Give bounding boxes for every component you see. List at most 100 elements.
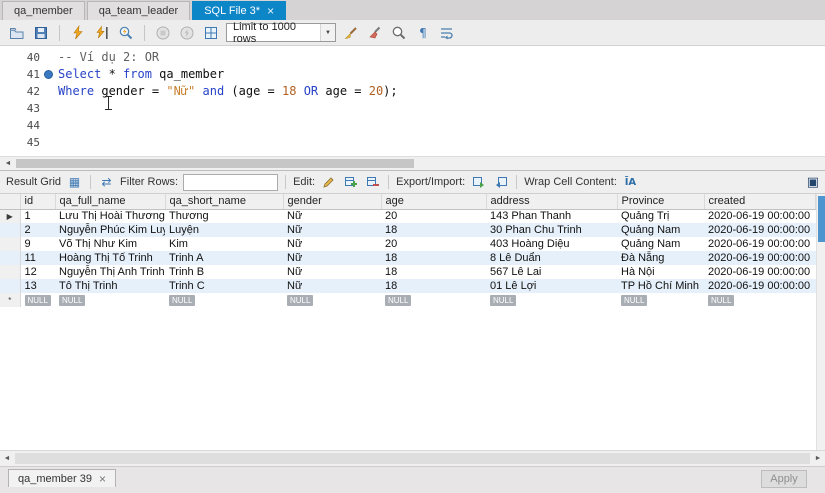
cell[interactable]: Nguyễn Phúc Kim Luyện (55, 223, 165, 237)
result-set-tab[interactable]: qa_member 39 × (8, 469, 116, 487)
cell[interactable]: 9 (20, 237, 55, 251)
code-line[interactable]: 40-- Ví dụ 2: OR (0, 49, 825, 66)
cell[interactable]: Kim (165, 237, 283, 251)
explain-icon[interactable] (117, 24, 135, 42)
wrap-text-icon[interactable] (438, 24, 456, 42)
tab-qa_team_leader[interactable]: qa_team_leader (87, 1, 191, 20)
cell[interactable]: NULL (704, 293, 816, 307)
cleanup-icon[interactable] (366, 24, 384, 42)
toggle-stop-on-error-icon[interactable] (178, 24, 196, 42)
scroll-left-icon[interactable]: ◄ (0, 451, 14, 466)
editor-hscrollbar[interactable]: ◄ (0, 156, 825, 171)
cell[interactable]: NULL (381, 293, 486, 307)
cell[interactable]: NULL (617, 293, 704, 307)
code-line[interactable]: 44 (0, 117, 825, 134)
cell[interactable]: Nữ (283, 251, 381, 265)
cell[interactable]: 20 (381, 209, 486, 223)
table-row[interactable]: ▶1Lưu Thị Hoài ThươngThươngNữ20143 Phan … (0, 209, 816, 223)
column-header-qa_full_name[interactable]: qa_full_name (55, 194, 165, 209)
cell[interactable]: Quảng Nam (617, 237, 704, 251)
panel-toggle-icon[interactable]: ▣ (807, 174, 819, 190)
scroll-right-icon[interactable]: ► (811, 451, 825, 466)
cell[interactable]: Nguyễn Thị Anh Trinh (55, 265, 165, 279)
beautify-icon[interactable] (342, 24, 360, 42)
cell[interactable]: Hoàng Thị Tố Trinh (55, 251, 165, 265)
cell[interactable]: Tô Thị Trinh (55, 279, 165, 293)
code-line[interactable]: 41Select * from qa_member (0, 66, 825, 83)
cell[interactable]: 2020-06-19 00:00:00 (704, 279, 816, 293)
grid-vscrollbar[interactable] (816, 194, 825, 450)
hscroll-thumb[interactable] (15, 453, 810, 464)
column-header-created[interactable]: created (704, 194, 816, 209)
cell[interactable]: Võ Thị Như Kim (55, 237, 165, 251)
cell[interactable]: NULL (55, 293, 165, 307)
cell[interactable]: 18 (381, 265, 486, 279)
find-icon[interactable] (390, 24, 408, 42)
add-row-icon[interactable] (342, 174, 359, 191)
column-header-gender[interactable]: gender (283, 194, 381, 209)
close-icon[interactable]: × (99, 473, 106, 485)
cell[interactable]: 18 (381, 251, 486, 265)
close-icon[interactable]: × (267, 5, 274, 17)
delete-row-icon[interactable] (364, 174, 381, 191)
cell[interactable]: 18 (381, 223, 486, 237)
cell[interactable]: 01 Lê Lợi (486, 279, 617, 293)
row-selector[interactable] (0, 251, 20, 265)
grid-hscrollbar[interactable]: ◄ ► (0, 450, 825, 466)
open-script-icon[interactable] (8, 24, 26, 42)
cell[interactable]: Lưu Thị Hoài Thương (55, 209, 165, 223)
cell[interactable]: Quảng Nam (617, 223, 704, 237)
cell[interactable]: TP Hồ Chí Minh (617, 279, 704, 293)
column-header-address[interactable]: address (486, 194, 617, 209)
cell[interactable]: 143 Phan Thanh (486, 209, 617, 223)
row-selector[interactable] (0, 223, 20, 237)
cell[interactable]: 2020-06-19 00:00:00 (704, 223, 816, 237)
cell[interactable]: 403 Hoàng Diệu (486, 237, 617, 251)
column-header-id[interactable]: id (20, 194, 55, 209)
cell[interactable]: 18 (381, 279, 486, 293)
cell[interactable]: Trinh C (165, 279, 283, 293)
cell[interactable]: Nữ (283, 223, 381, 237)
cell[interactable]: 2020-06-19 00:00:00 (704, 265, 816, 279)
sql-editor[interactable]: 40-- Ví dụ 2: OR41Select * from qa_membe… (0, 46, 825, 156)
cell[interactable]: Quảng Trị (617, 209, 704, 223)
cell[interactable]: Nữ (283, 279, 381, 293)
column-header-qa_short_name[interactable]: qa_short_name (165, 194, 283, 209)
row-selector[interactable] (0, 279, 20, 293)
cell[interactable]: Nữ (283, 265, 381, 279)
cell[interactable]: Hà Nội (617, 265, 704, 279)
cell[interactable]: 13 (20, 279, 55, 293)
table-row[interactable]: 12Nguyễn Thị Anh TrinhTrinh BNữ18567 Lê … (0, 265, 816, 279)
row-selector[interactable] (0, 265, 20, 279)
apply-button[interactable]: Apply (761, 470, 807, 488)
cell[interactable]: 567 Lê Lai (486, 265, 617, 279)
code-line[interactable]: 45 (0, 134, 825, 151)
cell[interactable]: 30 Phan Chu Trinh (486, 223, 617, 237)
execute-current-statement-icon[interactable] (93, 24, 111, 42)
cell[interactable]: 11 (20, 251, 55, 265)
cell[interactable]: 2020-06-19 00:00:00 (704, 237, 816, 251)
column-header-province[interactable]: Province (617, 194, 704, 209)
row-selector[interactable] (0, 237, 20, 251)
cell[interactable]: Trinh B (165, 265, 283, 279)
cell[interactable]: Nữ (283, 237, 381, 251)
cell[interactable]: 1 (20, 209, 55, 223)
execute-icon[interactable] (69, 24, 87, 42)
cell[interactable]: Nữ (283, 209, 381, 223)
autocommit-icon[interactable] (202, 24, 220, 42)
cell[interactable]: NULL (486, 293, 617, 307)
table-row[interactable]: 11Hoàng Thị Tố TrinhTrinh ANữ188 Lê Duẩn… (0, 251, 816, 265)
tab-qa_member[interactable]: qa_member (2, 1, 85, 20)
hscroll-thumb[interactable] (16, 159, 414, 168)
table-row[interactable]: 13Tô Thị TrinhTrinh CNữ1801 Lê LợiTP Hồ … (0, 279, 816, 293)
cell[interactable]: Luyện (165, 223, 283, 237)
import-icon[interactable] (492, 174, 509, 191)
edit-cell-icon[interactable] (320, 174, 337, 191)
wrap-cell-content-icon[interactable]: ĪA (622, 174, 639, 191)
table-row[interactable]: 2Nguyễn Phúc Kim LuyệnLuyệnNữ1830 Phan C… (0, 223, 816, 237)
column-header-age[interactable]: age (381, 194, 486, 209)
limit-rows-select[interactable]: Limit to 1000 rows ▼ (226, 23, 336, 42)
tab-sql-file-3-[interactable]: SQL File 3*× (192, 1, 286, 20)
insert-row[interactable]: *NULLNULLNULLNULLNULLNULLNULLNULL (0, 293, 816, 307)
vscroll-thumb[interactable] (818, 196, 825, 242)
